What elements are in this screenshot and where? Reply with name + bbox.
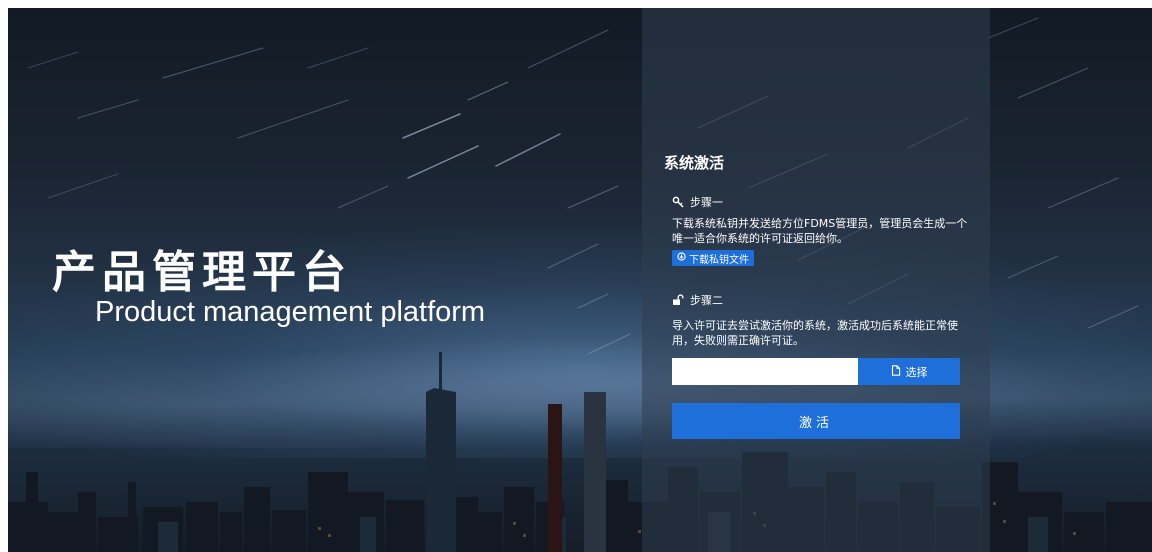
brand-subtitle: Product management platform (95, 296, 486, 328)
step-two-label: 步骤二 (690, 294, 723, 307)
download-circle-icon (677, 252, 686, 264)
activation-panel: 系统激活 步骤一 下载系统私钥并发送给方位FDMS管理员，管理员会生成一个唯一适… (642, 8, 990, 552)
step-one-header: 步骤一 (672, 194, 723, 210)
activate-button[interactable]: 激活 (672, 403, 960, 439)
file-icon (891, 364, 901, 379)
download-key-button[interactable]: 下载私钥文件 (672, 250, 754, 266)
step-two-description: 导入许可证去尝试激活你的系统，激活成功后系统能正常使用，失败则需正确许可证。 (672, 319, 958, 347)
license-file-input[interactable] (672, 358, 858, 385)
choose-file-button[interactable]: 选择 (858, 358, 960, 385)
brand-title: 产品管理平台 (52, 247, 352, 298)
panel-title: 系统激活 (664, 154, 725, 172)
unlock-icon (672, 294, 684, 306)
step-two-header: 步骤二 (672, 292, 723, 308)
step-one-label: 步骤一 (690, 196, 723, 209)
step-one-description: 下载系统私钥并发送给方位FDMS管理员，管理员会生成一个唯一适合你系统的许可证返… (672, 217, 968, 245)
background-scene: 产品管理平台 Product management platform 系统激活 … (8, 8, 1152, 552)
choose-file-label: 选择 (905, 365, 928, 379)
key-icon (672, 196, 684, 208)
download-key-label: 下载私钥文件 (689, 254, 749, 266)
